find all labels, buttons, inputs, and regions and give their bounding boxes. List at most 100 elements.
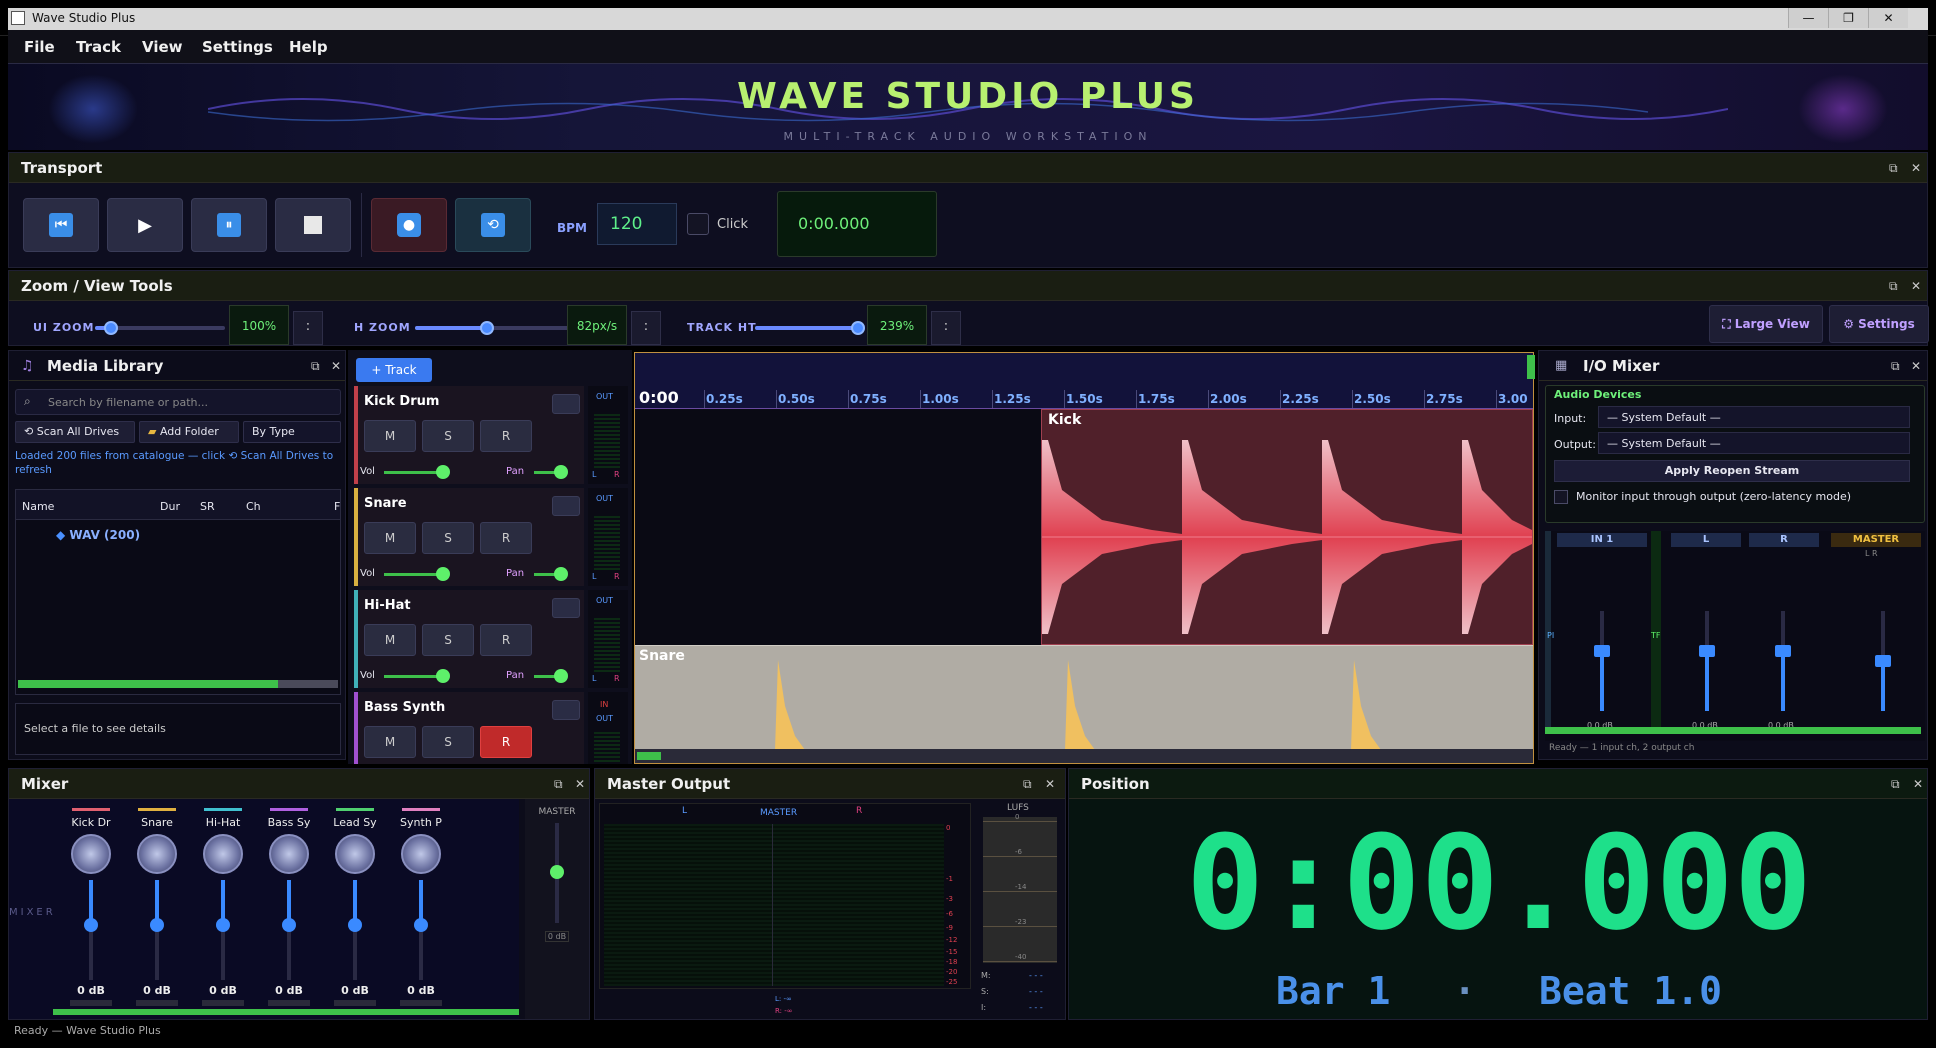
track-mute-button[interactable]: M (364, 624, 416, 656)
h-zoom-slider[interactable] (415, 321, 575, 335)
sort-select[interactable]: By Type (243, 421, 341, 443)
strip-pan-knob[interactable] (335, 834, 375, 874)
menu-help[interactable]: Help (289, 38, 328, 56)
pan-handle[interactable] (554, 567, 568, 581)
file-table[interactable]: Name Dur SR Ch F ◆ WAV (200) (15, 489, 341, 695)
zoom-settings-button[interactable]: ⚙ Settings (1829, 305, 1929, 343)
undock-icon[interactable]: ⧉ (1891, 777, 1900, 792)
track-name[interactable]: Snare (364, 496, 407, 511)
vol-handle[interactable] (436, 465, 450, 479)
clip-kick[interactable]: Kick (1041, 409, 1533, 645)
track-solo-button[interactable]: S (422, 420, 474, 452)
ui-zoom-handle[interactable] (103, 321, 118, 335)
panel-close-icon[interactable]: ✕ (1913, 777, 1923, 791)
input-device-select[interactable]: — System Default — (1598, 406, 1910, 428)
track-mute-button[interactable]: M (364, 522, 416, 554)
panel-close-icon[interactable]: ✕ (1911, 359, 1921, 373)
track-arm-toggle[interactable] (552, 700, 580, 720)
vol-slider[interactable] (384, 573, 444, 576)
strip-fader-handle[interactable] (150, 918, 164, 932)
track-height-more-button[interactable]: : (931, 311, 961, 345)
track-solo-button[interactable]: S (422, 726, 474, 758)
play-button[interactable]: ▶ (107, 198, 183, 252)
add-track-button[interactable]: + Track (356, 358, 432, 382)
record-button[interactable]: ● (371, 198, 447, 252)
h-zoom-handle[interactable] (480, 321, 494, 335)
track-mute-button[interactable]: M (364, 726, 416, 758)
strip-pan-knob[interactable] (137, 834, 177, 874)
timeline-vscroll[interactable] (1527, 355, 1535, 379)
vol-slider[interactable] (384, 675, 444, 678)
io-master-fader-handle[interactable] (1875, 655, 1891, 667)
menu-file[interactable]: File (24, 38, 55, 56)
vol-handle[interactable] (436, 669, 450, 683)
track-row[interactable]: Snare M S R Vol Pan (354, 488, 584, 586)
ui-zoom-more-button[interactable]: : (293, 311, 323, 345)
io-hscroll-thumb[interactable] (1545, 727, 1921, 734)
panel-close-icon[interactable]: ✕ (1045, 777, 1055, 791)
apply-reopen-button[interactable]: Apply Reopen Stream (1554, 460, 1910, 482)
media-search-input[interactable]: ⌕ Search by filename or path... (15, 389, 341, 415)
strip-pan-knob[interactable] (71, 834, 111, 874)
timeline[interactable]: Kick Snare (634, 352, 1535, 764)
track-height-slider[interactable] (755, 321, 865, 335)
rewind-button[interactable]: ⏮ (23, 198, 99, 252)
vol-slider[interactable] (384, 471, 444, 474)
track-row[interactable]: Bass Synth M S R (354, 692, 584, 764)
pan-handle[interactable] (554, 465, 568, 479)
track-solo-button[interactable]: S (422, 624, 474, 656)
menu-track[interactable]: Track (76, 38, 121, 56)
track-row[interactable]: Kick Drum M S R Vol Pan (354, 386, 584, 484)
track-arm-toggle[interactable] (552, 394, 580, 414)
col-name[interactable]: Name (22, 500, 54, 513)
track-record-button[interactable]: R (480, 726, 532, 758)
monitor-checkbox[interactable] (1554, 490, 1568, 504)
stop-button[interactable] (275, 198, 351, 252)
track-solo-button[interactable]: S (422, 522, 474, 554)
pan-handle[interactable] (554, 669, 568, 683)
strip-fader-handle[interactable] (348, 918, 362, 932)
scrollbar-track[interactable] (278, 680, 338, 688)
track-name[interactable]: Hi-Hat (364, 598, 411, 613)
mixer-master-handle[interactable] (550, 865, 564, 879)
add-folder-button[interactable]: ▰ Add Folder (139, 421, 239, 443)
track-record-button[interactable]: R (480, 420, 532, 452)
track-name[interactable]: Kick Drum (364, 394, 439, 409)
strip-pan-knob[interactable] (269, 834, 309, 874)
menu-settings[interactable]: Settings (202, 38, 273, 56)
timeline-hscroll-thumb[interactable] (637, 752, 661, 760)
strip-fader-handle[interactable] (414, 918, 428, 932)
strip-fader-handle[interactable] (84, 918, 98, 932)
clip-snare[interactable]: Snare (635, 645, 1533, 750)
strip-fader-handle[interactable] (216, 918, 230, 932)
track-name[interactable]: Bass Synth (364, 700, 445, 715)
panel-close-icon[interactable]: ✕ (1911, 279, 1921, 293)
minimize-icon[interactable]: — (1788, 8, 1828, 28)
ui-zoom-slider[interactable] (95, 321, 225, 335)
menu-view[interactable]: View (142, 38, 183, 56)
tree-item-wav[interactable]: ◆ WAV (200) (56, 528, 140, 542)
strip-pan-knob[interactable] (203, 834, 243, 874)
scan-all-drives-button[interactable]: ⟲ Scan All Drives (15, 421, 135, 443)
output-device-select[interactable]: — System Default — (1598, 432, 1910, 454)
track-arm-toggle[interactable] (552, 496, 580, 516)
loop-button[interactable]: ⟲ (455, 198, 531, 252)
col-sr[interactable]: SR (200, 500, 215, 513)
col-f[interactable]: F (334, 500, 340, 513)
track-height-handle[interactable] (850, 321, 865, 335)
io-l-fader-handle[interactable] (1699, 645, 1715, 657)
scrollbar-thumb[interactable] (18, 680, 278, 688)
track-arm-toggle[interactable] (552, 598, 580, 618)
timeline-hscroll-track[interactable] (635, 749, 1533, 763)
undock-icon[interactable]: ⧉ (1891, 359, 1900, 374)
panel-close-icon[interactable]: ✕ (1911, 161, 1921, 175)
undock-icon[interactable]: ⧉ (1889, 161, 1898, 176)
panel-close-icon[interactable]: ✕ (331, 359, 341, 373)
track-record-button[interactable]: R (480, 624, 532, 656)
h-zoom-more-button[interactable]: : (631, 311, 661, 345)
io-in1-fader-handle[interactable] (1594, 645, 1610, 657)
col-dur[interactable]: Dur (160, 500, 180, 513)
track-row[interactable]: Hi-Hat M S R Vol Pan (354, 590, 584, 688)
vol-handle[interactable] (436, 567, 450, 581)
undock-icon[interactable]: ⧉ (1889, 279, 1898, 294)
